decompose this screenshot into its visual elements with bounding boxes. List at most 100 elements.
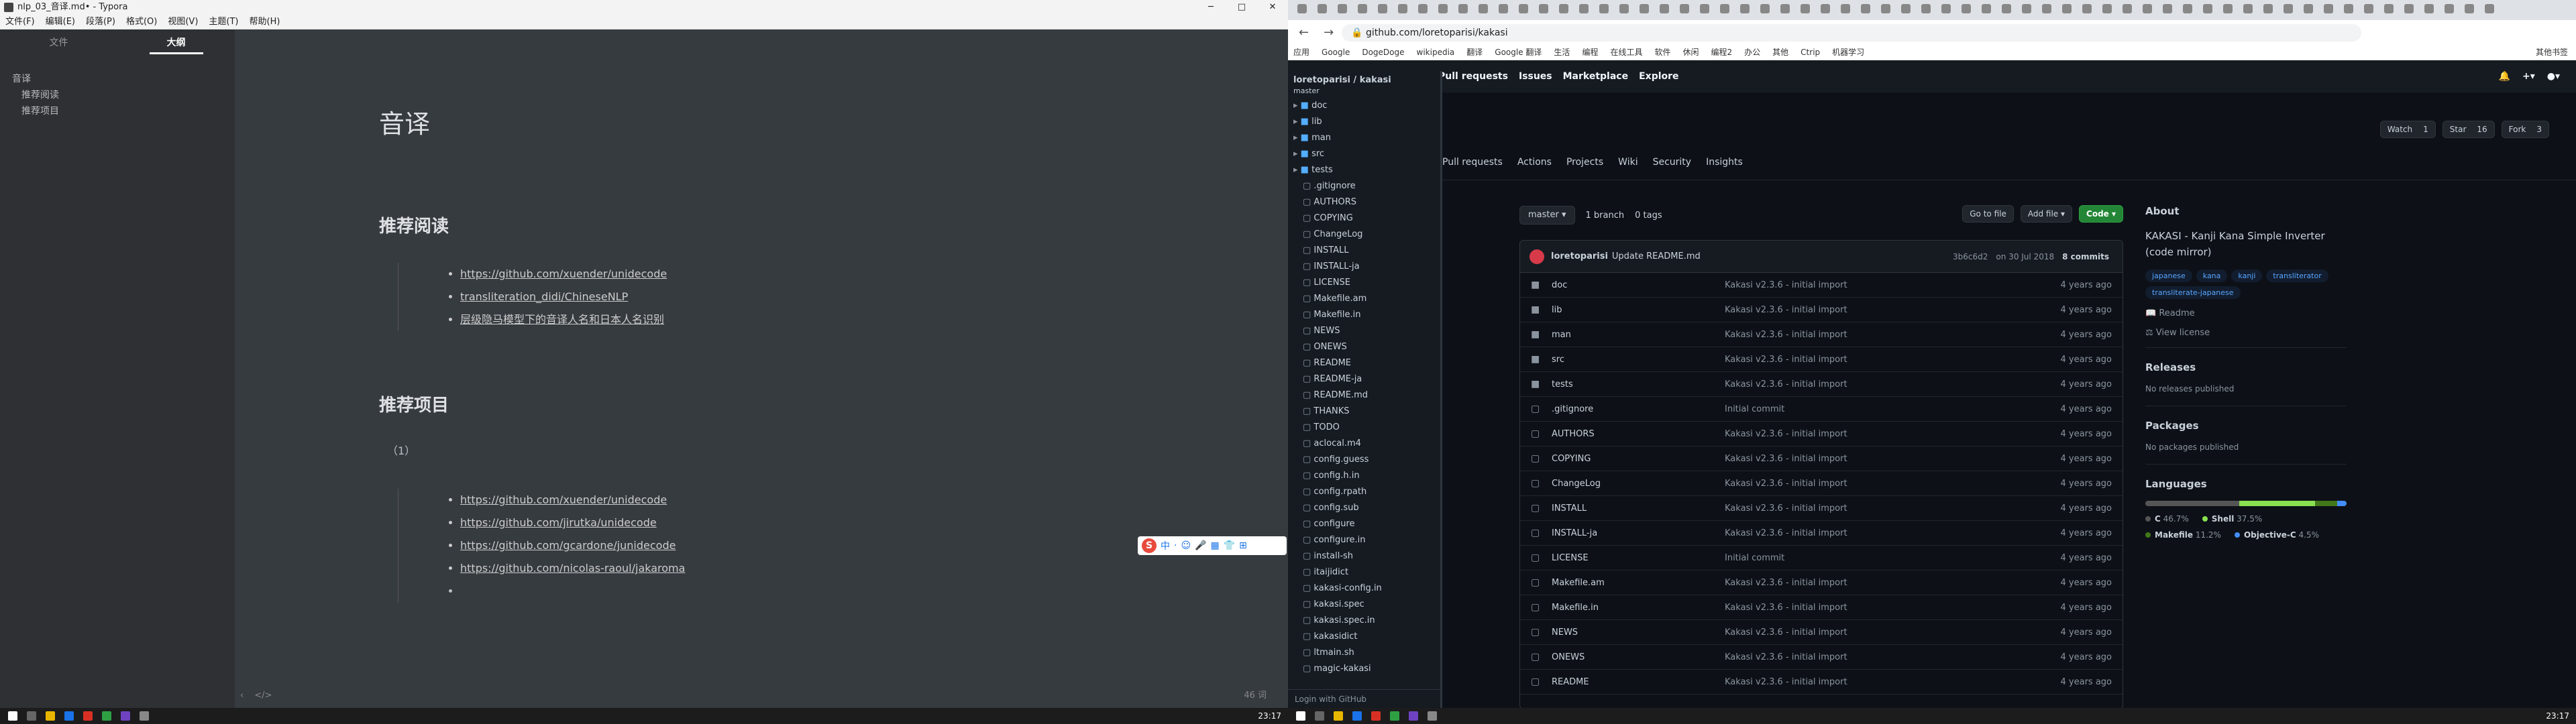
tab-favicon-icon[interactable] bbox=[1378, 4, 1387, 13]
tree-file[interactable]: ▢ ltmain.sh bbox=[1293, 645, 1440, 661]
outline-item[interactable]: 音译 bbox=[12, 71, 223, 87]
chrome-icon[interactable] bbox=[1390, 711, 1399, 721]
tree-file[interactable]: ▢ TODO bbox=[1293, 420, 1440, 436]
go-to-file-button[interactable]: Go to file bbox=[1962, 205, 2014, 223]
tab-favicon-icon[interactable] bbox=[1962, 4, 1971, 13]
back-icon[interactable]: ← bbox=[1299, 25, 1309, 40]
outline-item[interactable]: 推荐项目 bbox=[12, 103, 223, 119]
tab-favicon-icon[interactable] bbox=[1418, 4, 1428, 13]
branches-link[interactable]: 1 branch bbox=[1586, 210, 1625, 221]
bell-icon[interactable]: 🔔 bbox=[2499, 71, 2510, 82]
other-bookmarks[interactable]: 其他书签 bbox=[2536, 44, 2568, 60]
file-name[interactable]: COPYING bbox=[1552, 454, 1591, 464]
tree-file[interactable]: ▢ config.h.in bbox=[1293, 468, 1440, 484]
tab-favicon-icon[interactable] bbox=[2203, 4, 2212, 13]
tab-favicon-icon[interactable] bbox=[1619, 4, 1629, 13]
file-name[interactable]: Makefile.in bbox=[1552, 603, 1599, 613]
list-item[interactable]: 层级隐马模型下的音译人名和日本人名识别 bbox=[460, 308, 1117, 331]
toggle-sidebar-icon[interactable]: ‹ bbox=[240, 684, 244, 708]
tree-file[interactable]: ▢ README-ja bbox=[1293, 371, 1440, 387]
paragraph[interactable]: （1） bbox=[387, 442, 1117, 458]
tab-favicon-icon[interactable] bbox=[1921, 4, 1931, 13]
commit-message[interactable]: Kakasi v2.3.6 - initial import bbox=[1725, 379, 1847, 389]
tab-favicon-icon[interactable] bbox=[1700, 4, 1709, 13]
list-item[interactable]: https://github.com/gcardone/junidecode bbox=[460, 534, 1117, 557]
commit-message[interactable]: Kakasi v2.3.6 - initial import bbox=[1725, 503, 1847, 514]
tab-favicon-icon[interactable] bbox=[2304, 4, 2313, 13]
tree-file[interactable]: ▢ kakasi.spec bbox=[1293, 597, 1440, 613]
tab-favicon-icon[interactable] bbox=[1821, 4, 1830, 13]
start-icon[interactable] bbox=[1296, 711, 1305, 721]
file-name[interactable]: LICENSE bbox=[1552, 553, 1589, 563]
file-name[interactable]: .gitignore bbox=[1552, 404, 1593, 414]
commit-message[interactable]: Kakasi v2.3.6 - initial import bbox=[1725, 652, 1847, 662]
readme-link[interactable]: 📖 Readme bbox=[2145, 308, 2347, 318]
list-item[interactable]: https://github.com/xuender/unidecode bbox=[460, 489, 1117, 511]
tab-favicon-icon[interactable] bbox=[2042, 4, 2051, 13]
commit-message[interactable]: Kakasi v2.3.6 - initial import bbox=[1725, 528, 1847, 538]
tab-favicon-icon[interactable] bbox=[1519, 4, 1528, 13]
commit-message[interactable]: Kakasi v2.3.6 - initial import bbox=[1725, 305, 1847, 315]
tab-favicon-icon[interactable] bbox=[2263, 4, 2273, 13]
topic-tag[interactable]: transliterator bbox=[2266, 269, 2328, 282]
file-name[interactable]: ChangeLog bbox=[1552, 479, 1601, 489]
watch-button[interactable]: Watch 1 bbox=[2379, 121, 2436, 138]
menu-theme[interactable]: 主题(T) bbox=[203, 15, 244, 29]
tab-favicon-icon[interactable] bbox=[2163, 4, 2172, 13]
commit-message[interactable]: Kakasi v2.3.6 - initial import bbox=[1725, 330, 1847, 340]
tree-folder[interactable]: ■ tests bbox=[1293, 162, 1440, 178]
tab-favicon-icon[interactable] bbox=[1358, 4, 1367, 13]
commit-message[interactable]: Kakasi v2.3.6 - initial import bbox=[1725, 603, 1847, 613]
nav-issues[interactable]: Issues bbox=[1519, 71, 1552, 82]
search-icon[interactable] bbox=[27, 711, 36, 721]
tab-favicon-icon[interactable] bbox=[2384, 4, 2394, 13]
tab-favicon-icon[interactable] bbox=[1660, 4, 1669, 13]
tree-file[interactable]: ▢ INSTALL-ja bbox=[1293, 259, 1440, 275]
tree-file[interactable]: ▢ README bbox=[1293, 355, 1440, 371]
tab-favicon-icon[interactable] bbox=[2082, 4, 2092, 13]
tab-outline[interactable]: 大纲 bbox=[117, 29, 235, 59]
clock[interactable]: 23:17 bbox=[1258, 711, 1281, 721]
tree-file[interactable]: ▢ COPYING bbox=[1293, 210, 1440, 227]
tab-favicon-icon[interactable] bbox=[1740, 4, 1750, 13]
license-link[interactable]: ⚖ View license bbox=[2145, 328, 2347, 338]
tree-file[interactable]: ▢ kakasi-config.in bbox=[1293, 581, 1440, 597]
tree-folder[interactable]: ■ src bbox=[1293, 146, 1440, 162]
commit-message[interactable]: Initial commit bbox=[1725, 553, 1784, 563]
tree-folder[interactable]: ■ man bbox=[1293, 130, 1440, 146]
app-icon[interactable] bbox=[102, 711, 111, 721]
menu-view[interactable]: 视图(V) bbox=[162, 15, 203, 29]
outline-item[interactable]: 推荐阅读 bbox=[12, 87, 223, 103]
file-name[interactable]: INSTALL-ja bbox=[1552, 528, 1597, 538]
file-name[interactable]: doc bbox=[1552, 280, 1567, 290]
octotree-login[interactable]: Login with GitHub bbox=[1288, 689, 1440, 708]
file-name[interactable]: src bbox=[1552, 355, 1564, 365]
tab-favicon-icon[interactable] bbox=[1881, 4, 1890, 13]
file-name[interactable]: README bbox=[1552, 677, 1589, 687]
bookmark[interactable]: Google 翻译 bbox=[1495, 44, 1542, 60]
bookmark[interactable]: 机器学习 bbox=[1832, 44, 1864, 60]
commit-message[interactable]: Kakasi v2.3.6 - initial import bbox=[1725, 355, 1847, 365]
tab-favicon-icon[interactable] bbox=[2243, 4, 2253, 13]
tab-favicon-icon[interactable] bbox=[2062, 4, 2072, 13]
topic-tag[interactable]: kana bbox=[2196, 269, 2228, 282]
ime-emoji-icon[interactable]: ☺ bbox=[1181, 540, 1191, 551]
language-item[interactable]: Objective-C 4.5% bbox=[2234, 530, 2319, 540]
tab-favicon-icon[interactable] bbox=[2324, 4, 2333, 13]
ime-keyboard-icon[interactable]: ▦ bbox=[1211, 540, 1220, 551]
edge-icon[interactable] bbox=[64, 711, 74, 721]
tab-favicon-icon[interactable] bbox=[2102, 4, 2112, 13]
vscode-icon[interactable] bbox=[1409, 711, 1418, 721]
tab-favicon-icon[interactable] bbox=[2002, 4, 2011, 13]
tree-file[interactable]: ▢ ChangeLog bbox=[1293, 227, 1440, 243]
tab-favicon-icon[interactable] bbox=[1398, 4, 1407, 13]
close-button[interactable]: ✕ bbox=[1257, 0, 1288, 15]
menu-help[interactable]: 帮助(H) bbox=[244, 15, 286, 29]
editor[interactable]: 音译 推荐阅读 https://github.com/xuender/unide… bbox=[235, 29, 1288, 708]
tab-favicon-icon[interactable] bbox=[1841, 4, 1850, 13]
add-file-button[interactable]: Add file ▾ bbox=[2020, 205, 2073, 223]
tab-favicon-icon[interactable] bbox=[2143, 4, 2152, 13]
tree-file[interactable]: ▢ configure.in bbox=[1293, 532, 1440, 548]
commit-message[interactable]: Kakasi v2.3.6 - initial import bbox=[1725, 429, 1847, 439]
language-item[interactable]: Makefile 11.2% bbox=[2145, 530, 2221, 540]
